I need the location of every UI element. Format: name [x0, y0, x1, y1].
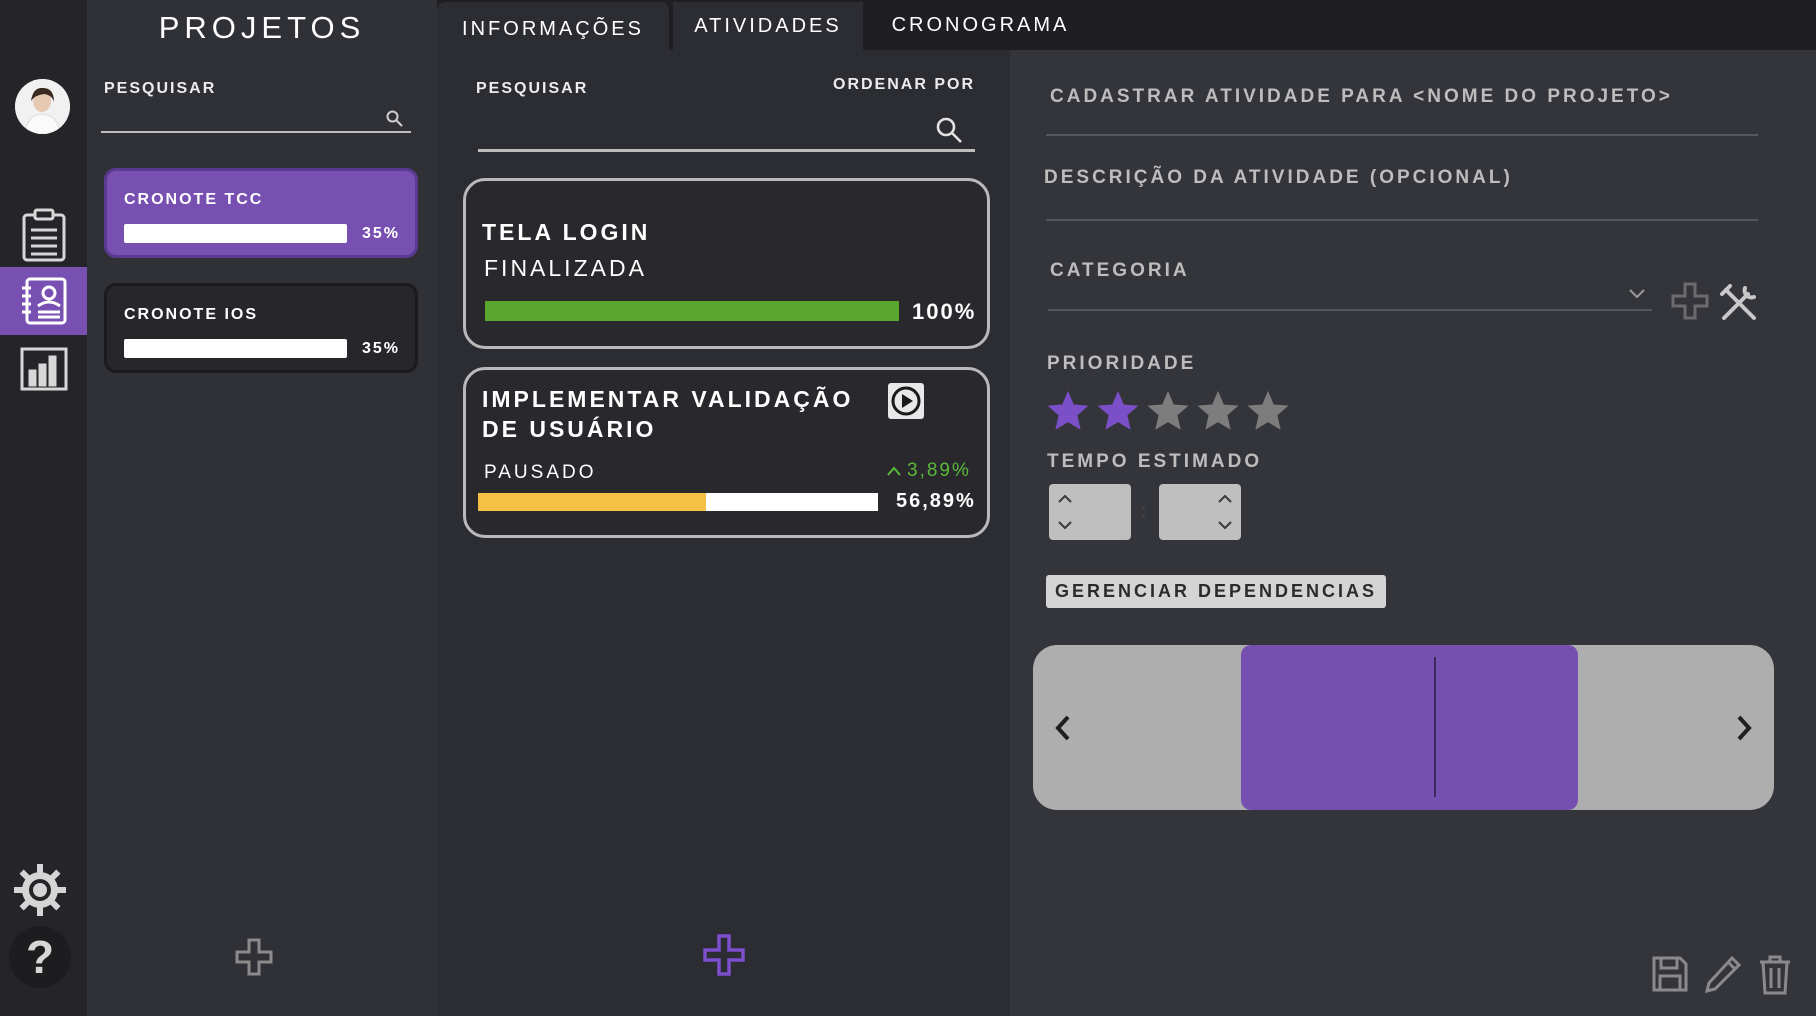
manage-dependencies-button[interactable]: GERENCIAR DEPENDENCIAS — [1046, 575, 1386, 608]
help-icon: ? — [25, 931, 55, 983]
chevron-right-icon[interactable] — [1735, 714, 1753, 747]
activity-status: FINALIZADA — [484, 255, 647, 281]
dependency-divider — [1434, 657, 1436, 797]
tools-icon — [1720, 284, 1756, 320]
play-icon — [891, 386, 921, 416]
time-separator: : — [1140, 500, 1147, 522]
activity-card[interactable]: IMPLEMENTAR VALIDAÇÃO DE USUÁRIO PAUSADO… — [463, 367, 990, 538]
activity-progress-bar — [485, 301, 899, 321]
trash-icon — [1760, 955, 1790, 995]
project-progress-label: 35% — [362, 225, 401, 242]
activity-delta: 3,89% — [887, 460, 971, 482]
project-card[interactable]: CRONOTE TCC 35% — [104, 168, 418, 258]
projects-panel — [87, 0, 437, 1016]
activity-progress-fill — [485, 301, 899, 321]
activities-search-label: PESQUISAR — [476, 80, 589, 97]
priority-rating[interactable] — [1045, 388, 1291, 434]
nav-activities-button[interactable] — [0, 267, 87, 335]
chevron-down-icon[interactable] — [1628, 287, 1646, 305]
activity-progress-label: 56,89% — [896, 490, 976, 512]
contacts-icon — [21, 277, 66, 325]
activity-progress-fill — [478, 493, 706, 511]
plus-icon — [1671, 282, 1709, 320]
project-name: CRONOTE IOS — [124, 306, 259, 323]
add-category-button[interactable] — [1670, 281, 1710, 326]
priority-label: PRIORIDADE — [1047, 353, 1197, 374]
star-icon[interactable] — [1045, 388, 1091, 434]
play-button[interactable] — [888, 383, 924, 419]
chevron-left-icon[interactable] — [1054, 714, 1072, 747]
activity-progress-label: 100% — [912, 299, 977, 324]
tab-cronograma[interactable]: CRONOGRAMA — [873, 0, 1088, 50]
add-project-button[interactable] — [234, 937, 274, 982]
activities-search-input[interactable] — [478, 112, 975, 152]
settings-button[interactable] — [13, 863, 67, 922]
category-label: CATEGORIA — [1050, 260, 1190, 281]
minutes-stepper[interactable] — [1159, 484, 1241, 540]
bar-chart-icon — [20, 347, 67, 391]
edit-button[interactable] — [1704, 955, 1742, 998]
nav-projects-button[interactable] — [0, 201, 87, 269]
activity-name-input[interactable] — [1046, 134, 1758, 136]
activity-progress-bar — [478, 493, 878, 511]
category-select[interactable] — [1048, 309, 1652, 311]
tab-atividades[interactable]: ATIVIDADES — [673, 2, 863, 50]
activity-title: TELA LOGIN — [482, 219, 651, 245]
manage-categories-button[interactable] — [1718, 282, 1760, 329]
save-icon — [1652, 956, 1688, 992]
description-input[interactable] — [1046, 219, 1758, 221]
help-button[interactable]: ? — [9, 926, 71, 988]
project-card[interactable]: CRONOTE IOS 35% — [104, 283, 418, 373]
form-title: CADASTRAR ATIVIDADE PARA <NOME DO PROJET… — [1050, 86, 1673, 107]
edit-icon — [1704, 955, 1742, 994]
save-button[interactable] — [1651, 955, 1689, 998]
nav-reports-button[interactable] — [0, 335, 87, 403]
projects-search-input[interactable] — [101, 103, 411, 133]
projects-title: PROJETOS — [158, 10, 366, 45]
project-progress-bar — [124, 339, 347, 358]
tab-informacoes[interactable]: INFORMAÇÕES — [437, 2, 669, 50]
description-label: DESCRIÇÃO DA ATIVIDADE (OPCIONAL) — [1044, 167, 1513, 188]
sort-by-label[interactable]: ORDENAR POR — [833, 76, 975, 94]
search-icon[interactable] — [386, 110, 403, 132]
star-icon[interactable] — [1195, 388, 1241, 434]
delete-button[interactable] — [1758, 955, 1792, 1000]
activity-status: PAUSADO — [484, 462, 597, 483]
search-icon[interactable] — [935, 116, 963, 149]
add-activity-button[interactable] — [702, 933, 746, 982]
projects-search-label: PESQUISAR — [104, 80, 217, 97]
chevron-up-icon — [887, 466, 901, 476]
avatar[interactable] — [15, 79, 70, 134]
clipboard-icon — [22, 208, 65, 262]
project-progress-bar — [124, 224, 347, 243]
dependency-block[interactable] — [1241, 645, 1578, 810]
activity-card[interactable]: TELA LOGIN FINALIZADA 100% — [463, 178, 990, 349]
gear-icon — [14, 864, 66, 916]
star-icon[interactable] — [1245, 388, 1291, 434]
star-icon[interactable] — [1095, 388, 1141, 434]
activity-title: IMPLEMENTAR VALIDAÇÃO DE USUÁRIO — [482, 386, 854, 442]
plus-icon — [703, 934, 745, 976]
project-name: CRONOTE TCC — [124, 191, 264, 208]
plus-icon — [235, 938, 273, 976]
estimated-time-label: TEMPO ESTIMADO — [1047, 451, 1263, 472]
project-progress-label: 35% — [362, 340, 401, 357]
hours-stepper[interactable] — [1049, 484, 1131, 540]
star-icon[interactable] — [1145, 388, 1191, 434]
